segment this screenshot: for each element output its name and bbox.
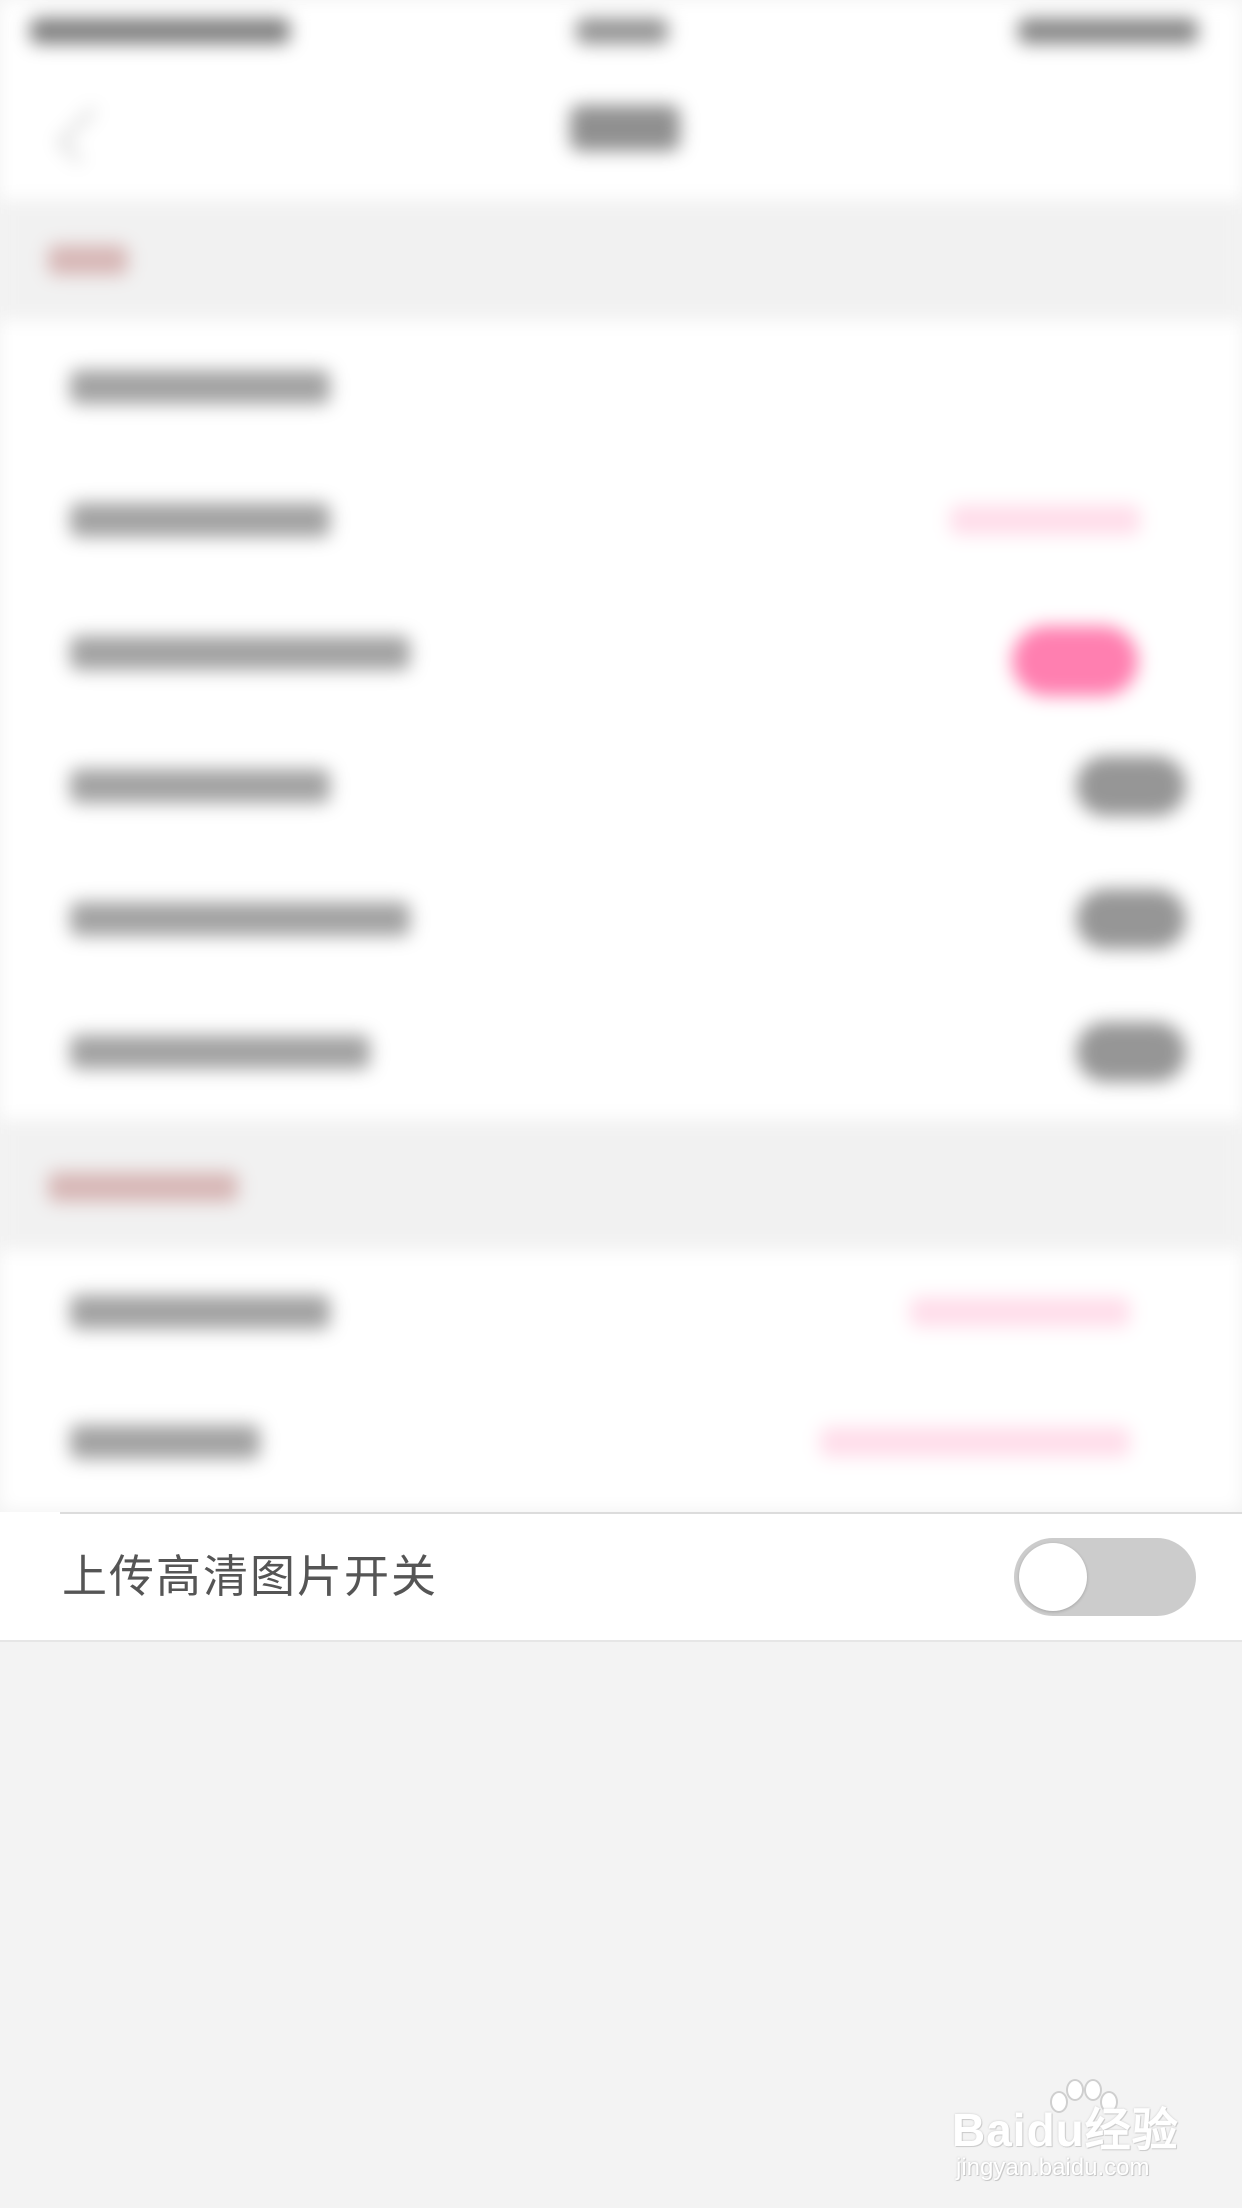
nav-title-blurred — [570, 105, 680, 151]
status-bar-battery-blurred — [1018, 18, 1198, 44]
setting-row-2-label-blurred — [70, 503, 330, 537]
section-header-2-text-blurred — [48, 1172, 238, 1202]
setting-row-4-toggle-blurred[interactable] — [1076, 756, 1186, 816]
setting-row-4-label-blurred — [70, 769, 330, 803]
setting-row-8-label-blurred — [70, 1425, 260, 1459]
row-divider — [60, 1512, 1242, 1514]
setting-row-6-toggle-blurred[interactable] — [1076, 1022, 1186, 1082]
settings-list-1 — [0, 320, 1242, 1120]
watermark-brand: Baidu经验 — [952, 2104, 1179, 2156]
blurred-settings-background — [0, 0, 1242, 1510]
hd-upload-toggle[interactable] — [1014, 1538, 1196, 1616]
setting-row-5-toggle-blurred[interactable] — [1076, 889, 1186, 949]
status-bar-carrier-blurred — [30, 18, 290, 44]
toggle-knob — [1019, 1543, 1087, 1611]
watermark-url: jingyan.baidu.com — [956, 2154, 1150, 2181]
setting-row-7-value-blurred — [910, 1297, 1130, 1327]
hd-upload-setting-row: 上传高清图片开关 — [0, 1512, 1242, 1642]
setting-row-7-label-blurred — [70, 1295, 330, 1329]
status-bar-time-blurred — [576, 18, 668, 44]
section-header-2 — [0, 1120, 1242, 1250]
setting-row-5-label-blurred — [70, 902, 410, 936]
setting-row-3-toggle-blurred[interactable] — [1012, 626, 1138, 696]
back-arrow-icon[interactable] — [56, 106, 114, 164]
section-header-1-text-blurred — [48, 245, 128, 275]
section-header-1 — [0, 200, 1242, 320]
baidu-jingyan-watermark: Baidu经验 jingyan.baidu.com — [950, 2075, 1220, 2185]
hd-upload-label: 上传高清图片开关 — [62, 1551, 439, 1602]
row-divider — [0, 1640, 1242, 1642]
settings-list-2 — [0, 1250, 1242, 1510]
setting-row-3-label-blurred — [70, 636, 410, 670]
settings-screen: 上传高清图片开关 Baidu经验 jingyan.baidu.com — [0, 0, 1242, 2208]
setting-row-2-value-blurred — [950, 505, 1140, 535]
setting-row-1-label-blurred — [70, 370, 330, 404]
setting-row-8-value-blurred — [820, 1427, 1130, 1457]
nav-bar — [0, 60, 1242, 200]
setting-row-6-label-blurred — [70, 1035, 370, 1069]
status-bar — [0, 0, 1242, 60]
